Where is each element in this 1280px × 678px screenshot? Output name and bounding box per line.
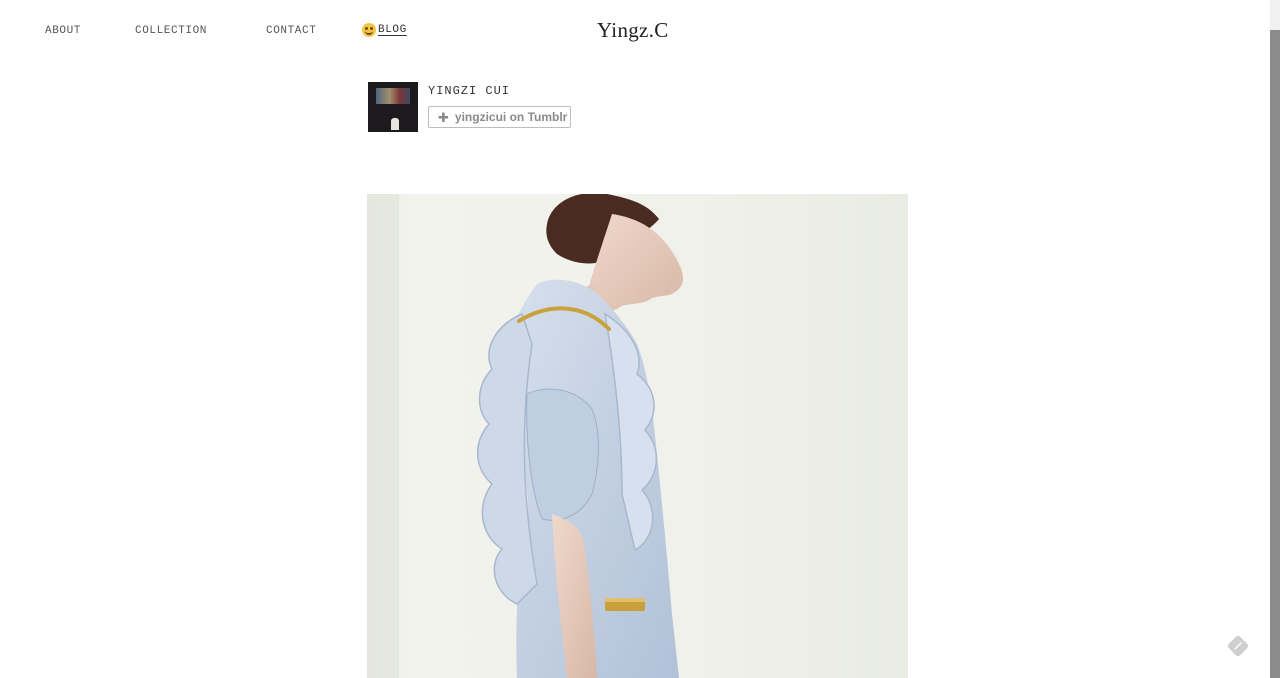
page: ABOUT COLLECTION CONTACT BLOG Yingz.C YI…: [0, 0, 1270, 678]
page-scrollbar[interactable]: [1270, 0, 1280, 678]
nav-about-link[interactable]: ABOUT: [45, 25, 81, 37]
fashion-photo-illustration: [367, 194, 908, 678]
nav-blog-label: BLOG: [378, 24, 407, 36]
follow-button-label: yingzicui on Tumblr: [454, 110, 568, 124]
scrollbar-thumb[interactable]: [1270, 30, 1280, 678]
follow-on-tumblr-button[interactable]: ✚ yingzicui on Tumblr: [428, 106, 571, 128]
nav-collection-link[interactable]: COLLECTION: [135, 25, 207, 37]
post-photo[interactable]: [367, 194, 908, 678]
nav-blog-link[interactable]: BLOG: [362, 23, 407, 37]
nav-contact-link[interactable]: CONTACT: [266, 25, 316, 37]
tumblr-dashboard-icon[interactable]: [1226, 634, 1250, 658]
plus-icon: ✚: [438, 109, 449, 125]
avatar[interactable]: [368, 82, 418, 132]
site-title[interactable]: Yingz.C: [597, 18, 669, 43]
smiley-emoji-icon: [362, 23, 376, 37]
profile-name: YINGZI CUI: [428, 84, 511, 98]
